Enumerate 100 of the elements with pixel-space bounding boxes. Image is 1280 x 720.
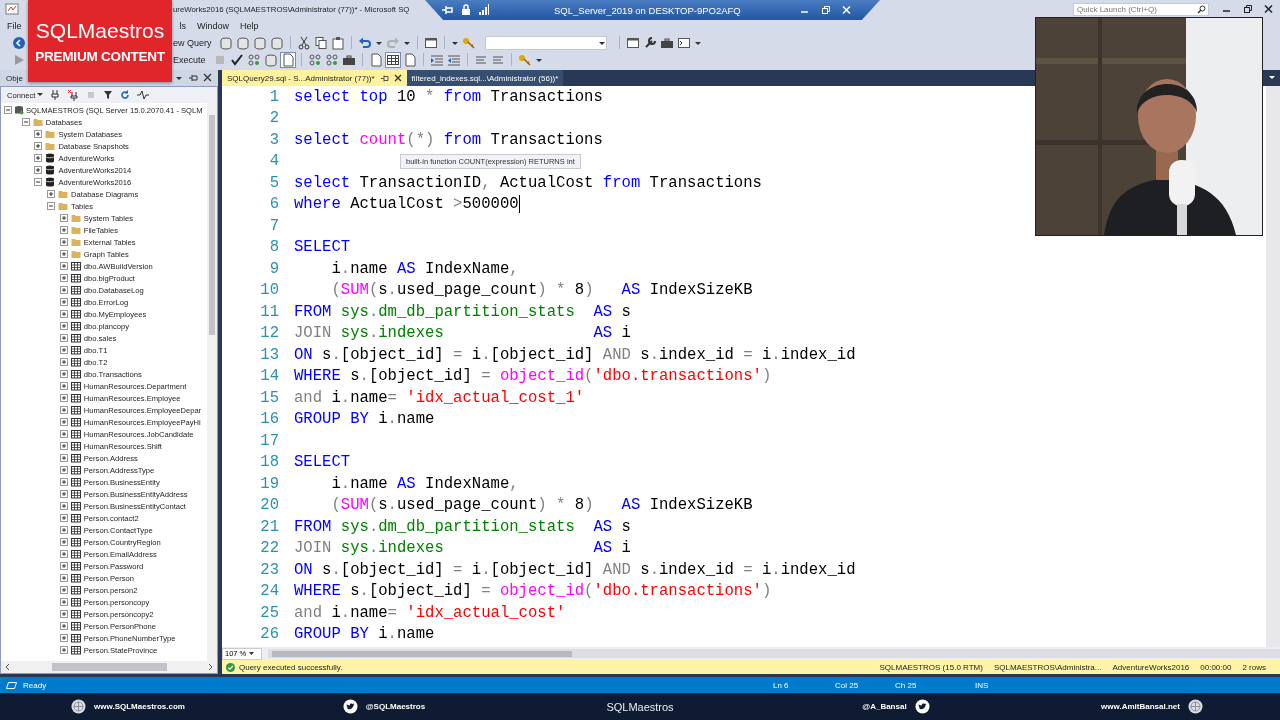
pin-icon[interactable] [188, 73, 198, 83]
tree-toggle[interactable] [34, 178, 43, 186]
document-tab[interactable]: filtered_indexes.sql...\Administrator (56))* [406, 70, 564, 86]
tree-toggle[interactable] [59, 610, 68, 618]
console-icon[interactable] [676, 35, 691, 50]
tree-toggle[interactable] [59, 394, 68, 402]
tree-toggle[interactable] [59, 466, 68, 474]
tree-toggle[interactable] [34, 154, 43, 162]
tree-toggle[interactable] [59, 250, 68, 258]
tree-toggle[interactable] [59, 418, 68, 426]
tree-toggle[interactable] [59, 262, 68, 270]
activity-icon[interactable] [137, 90, 150, 100]
diagram-icon[interactable] [324, 52, 339, 67]
tree-toggle[interactable] [59, 550, 68, 558]
tree-toggle[interactable] [47, 190, 56, 198]
grid-icon[interactable] [385, 52, 400, 67]
link[interactable]: @A_Bansal [862, 702, 907, 711]
plug-icon[interactable] [50, 89, 61, 101]
tree-toggle[interactable] [21, 118, 30, 126]
tree-toggle[interactable] [59, 562, 68, 570]
document-tab[interactable]: SQLQuery29.sql - S...Administrator (77))* [222, 70, 407, 86]
restore-icon[interactable] [1242, 4, 1253, 14]
tree-toggle[interactable] [34, 166, 43, 174]
clipboard-icon[interactable] [330, 35, 345, 50]
scrollbar[interactable] [1, 661, 217, 673]
link[interactable]: www.AmitBansal.net [1101, 702, 1180, 711]
tree-toggle[interactable] [59, 286, 68, 294]
tree-toggle[interactable] [59, 514, 68, 522]
quick-launch-field[interactable]: Quick Launch (Ctrl+Q) [1073, 2, 1209, 16]
tree-toggle[interactable] [59, 634, 68, 642]
database-icon[interactable] [269, 35, 284, 50]
close-icon[interactable] [1263, 4, 1274, 14]
pin-icon[interactable] [379, 73, 389, 83]
tree-toggle[interactable] [59, 274, 68, 282]
tree-toggle[interactable] [59, 574, 68, 582]
filter-icon[interactable] [103, 90, 114, 100]
tree-toggle[interactable] [59, 430, 68, 438]
tree-toggle[interactable] [34, 130, 43, 138]
execute-button[interactable]: Execute [173, 54, 206, 65]
tree-toggle[interactable] [59, 382, 68, 390]
globe-icon[interactable] [1187, 699, 1203, 714]
copy-icon[interactable] [313, 35, 328, 50]
tree-toggle[interactable] [59, 538, 68, 546]
document-icon[interactable] [402, 52, 417, 67]
document-icon[interactable] [280, 52, 295, 67]
caret-icon[interactable] [1268, 74, 1276, 82]
database-icon[interactable] [235, 35, 250, 50]
close-icon[interactable] [203, 73, 212, 82]
caret-icon[interactable] [37, 92, 44, 98]
tree-toggle[interactable] [59, 310, 68, 318]
database-icon[interactable] [252, 35, 267, 50]
menu-item[interactable]: File [7, 21, 22, 31]
tree-toggle[interactable] [59, 370, 68, 378]
scissors-icon[interactable] [296, 35, 311, 50]
menu-item[interactable]: ls [179, 21, 186, 31]
scrollbar[interactable] [1266, 86, 1280, 647]
check-icon[interactable] [229, 52, 244, 67]
close-icon[interactable] [393, 74, 402, 82]
link[interactable]: @SQLMaestros [365, 702, 426, 711]
database-icon[interactable] [218, 35, 233, 50]
database-icon[interactable] [263, 52, 278, 67]
tree-toggle[interactable] [4, 106, 12, 114]
scrollbar[interactable] [268, 649, 1280, 658]
tree-toggle[interactable] [59, 334, 68, 342]
toolbox-icon[interactable] [341, 52, 356, 67]
key-icon[interactable] [517, 52, 532, 67]
restore-icon[interactable] [819, 5, 831, 15]
menu-item[interactable]: Window [197, 21, 230, 31]
bird-icon[interactable] [914, 699, 930, 714]
disconnect-icon[interactable] [67, 89, 80, 101]
tree-toggle[interactable] [59, 454, 68, 462]
undo-icon[interactable] [357, 35, 372, 50]
window-icon[interactable] [625, 35, 640, 50]
scrollbar[interactable] [207, 103, 217, 661]
tree-toggle[interactable] [59, 214, 68, 222]
tree-toggle[interactable] [59, 586, 68, 594]
close-icon[interactable] [840, 5, 852, 15]
toolbox-icon[interactable] [659, 35, 674, 50]
tree-toggle[interactable] [59, 358, 68, 366]
tree-toggle[interactable] [59, 226, 68, 234]
link[interactable]: www.SQLMaestros.com [94, 702, 185, 711]
caret-icon[interactable] [249, 651, 255, 656]
globe-icon[interactable] [71, 699, 87, 714]
key-icon[interactable] [461, 35, 476, 50]
tree-toggle[interactable] [59, 490, 68, 498]
tree-toggle[interactable] [59, 502, 68, 510]
tree-toggle[interactable] [59, 622, 68, 630]
tree-toggle[interactable] [59, 238, 68, 246]
tree-toggle[interactable] [59, 406, 68, 414]
window-icon[interactable] [423, 35, 438, 50]
new-query-button[interactable]: ew Query [173, 37, 212, 48]
bird-icon[interactable] [342, 699, 358, 714]
tree-toggle[interactable] [59, 442, 68, 450]
tree-toggle[interactable] [59, 646, 68, 654]
tree-toggle[interactable] [59, 598, 68, 606]
tree-toggle[interactable] [59, 526, 68, 534]
tree-toggle[interactable] [59, 322, 68, 330]
tree-toggle[interactable] [59, 346, 68, 354]
tree-toggle[interactable] [47, 202, 56, 210]
tree-toggle[interactable] [59, 478, 68, 486]
